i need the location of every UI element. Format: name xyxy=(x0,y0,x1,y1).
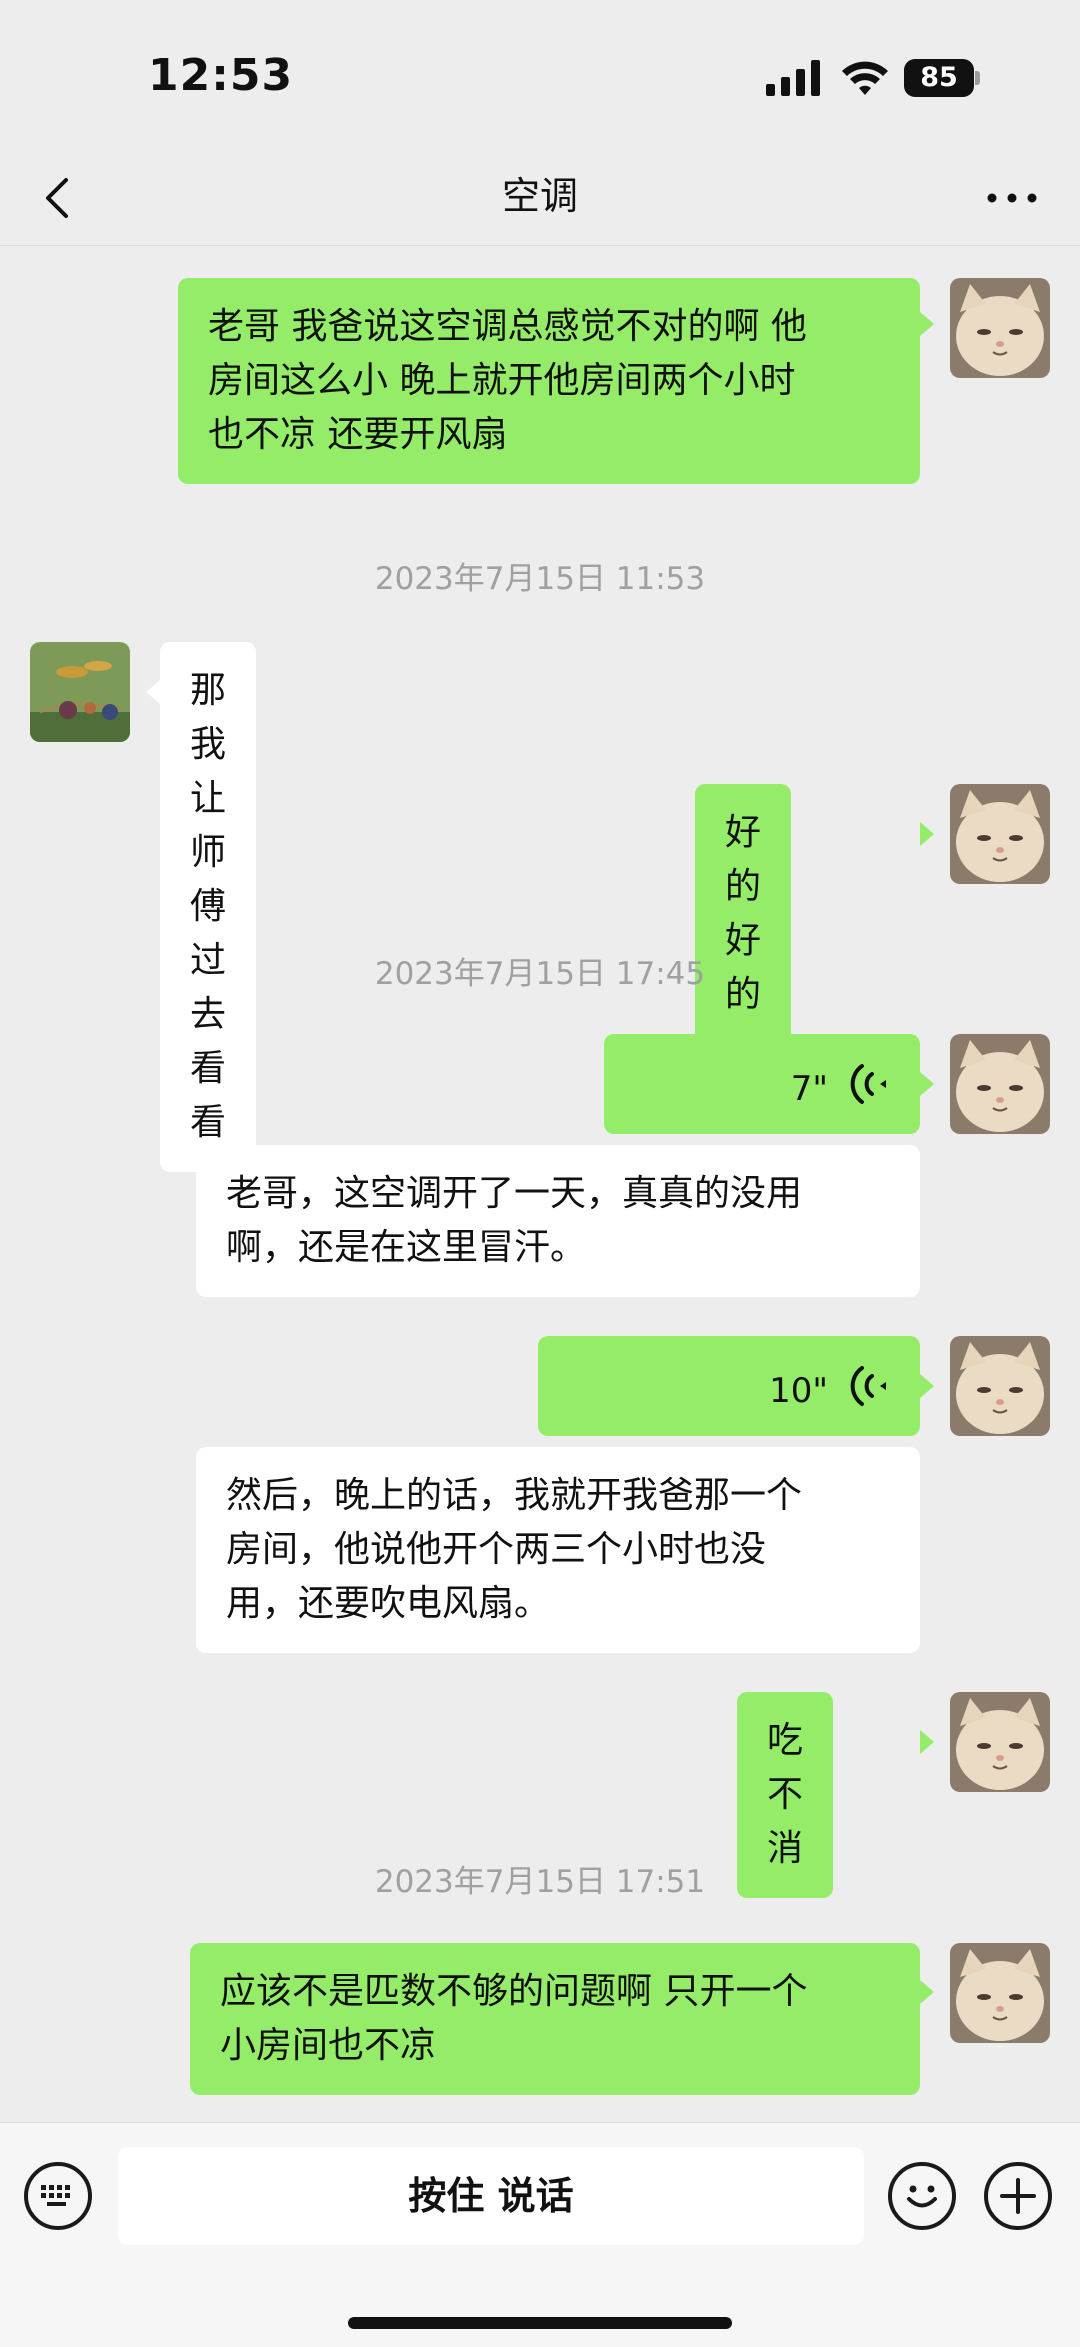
message-bubble[interactable]: 老哥 我爸说这空调总感觉不对的啊 他 房间这么小 晚上就开他房间两个小时 也不凉… xyxy=(178,278,920,484)
message-bubble[interactable]: 好的好的 xyxy=(695,784,792,1044)
voice-transcript[interactable]: 然后，晚上的话，我就开我爸那一个 房间，他说他开个两三个小时也没 用，还要吹电风… xyxy=(196,1447,920,1653)
message-text-line: 那我让师傅过去看看 xyxy=(190,670,227,1143)
cat-avatar[interactable] xyxy=(950,1943,1050,2043)
voice-duration: 7" xyxy=(790,1069,828,1109)
message-text-line: 也不凉 还要开风扇 xyxy=(208,414,508,455)
message-bubble[interactable]: 应该不是匹数不够的问题啊 只开一个 小房间也不凉 xyxy=(190,1943,920,2095)
voice-wave-icon xyxy=(850,1366,886,1406)
keyboard-icon[interactable] xyxy=(24,2162,92,2230)
snail-avatar[interactable] xyxy=(30,642,130,742)
message-timestamp: 2023年7月15日 17:51 xyxy=(374,1864,706,1900)
message-timestamp: 2023年7月15日 17:45 xyxy=(374,956,706,992)
voice-wave-icon xyxy=(850,1064,886,1104)
message-text-line: 吃不消 xyxy=(767,1720,804,1869)
battery-level: 85 xyxy=(904,59,974,97)
message-timestamp: 2023年7月15日 11:53 xyxy=(374,561,706,597)
cat-avatar[interactable] xyxy=(950,278,1050,378)
cat-avatar[interactable] xyxy=(950,784,1050,884)
nav-bar: 空调 xyxy=(0,150,1080,246)
hold-to-talk-button[interactable]: 按住 说话 xyxy=(118,2147,864,2245)
plus-icon[interactable] xyxy=(984,2162,1052,2230)
cat-avatar[interactable] xyxy=(950,1692,1050,1792)
message-bubble[interactable]: 那我让师傅过去看看 xyxy=(160,642,257,1172)
transcript-line: 老哥，这空调开了一天，真真的没用 xyxy=(226,1173,803,1214)
message-text-line: 小房间也不凉 xyxy=(220,2025,437,2066)
input-bar: 按住 说话 xyxy=(0,2122,1080,2347)
voice-message-bubble[interactable]: 10" xyxy=(538,1336,920,1436)
transcript-line: 然后，晚上的话，我就开我爸那一个 xyxy=(226,1475,803,1516)
cellular-signal-icon xyxy=(766,60,820,96)
more-dots-icon[interactable] xyxy=(980,170,1044,226)
transcript-line: 啊，还是在这里冒汗。 xyxy=(226,1227,587,1268)
emoji-icon[interactable] xyxy=(888,2162,956,2230)
transcript-line: 用，还要吹电风扇。 xyxy=(226,1583,551,1624)
message-text-line: 房间这么小 晚上就开他房间两个小时 xyxy=(208,360,796,401)
transcript-line: 房间，他说他开个两三个小时也没 xyxy=(226,1529,767,1570)
voice-transcript[interactable]: 老哥，这空调开了一天，真真的没用 啊，还是在这里冒汗。 xyxy=(196,1145,920,1297)
chat-title: 空调 xyxy=(501,174,578,218)
cat-avatar[interactable] xyxy=(950,1034,1050,1134)
status-bar: 12:53 85 xyxy=(0,0,1080,150)
status-time: 12:53 xyxy=(148,50,294,101)
message-text-line: 应该不是匹数不够的问题啊 只开一个 xyxy=(220,1971,808,2012)
home-indicator[interactable] xyxy=(348,2317,732,2329)
cat-avatar[interactable] xyxy=(950,1336,1050,1436)
battery-icon: 85 xyxy=(904,59,980,97)
wifi-icon xyxy=(842,61,888,95)
voice-duration: 10" xyxy=(769,1371,828,1411)
voice-message-bubble[interactable]: 7" xyxy=(604,1034,920,1134)
message-text-line: 老哥 我爸说这空调总感觉不对的啊 他 xyxy=(208,306,807,347)
